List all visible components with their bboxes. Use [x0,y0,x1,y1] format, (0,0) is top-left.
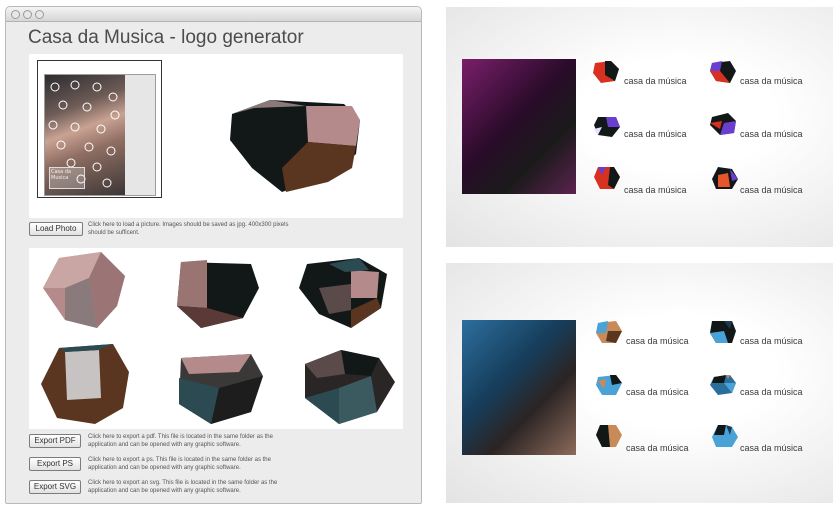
export-pdf-button[interactable]: Export PDF [29,434,81,448]
photo-caption: Casa da Musica [49,167,85,189]
logo-variant-4 [41,344,129,424]
logo-variants-grid [41,252,395,424]
logo-orange-1 [712,167,738,189]
window-titlebar [6,7,421,22]
load-photo-button[interactable]: Load Photo [29,222,83,236]
brand-label: casa da música [740,336,803,346]
brand-card-top: casa da música casa da música casa da mú… [446,7,833,247]
brand-label: casa da música [624,185,687,195]
photo-canvas[interactable]: Casa da Musica [44,74,156,196]
close-window-button[interactable] [11,10,20,19]
brand-label: casa da música [626,336,689,346]
logo-tan-1 [596,425,622,447]
load-photo-help: Click here to load a picture. Images sho… [88,222,289,236]
minimize-window-button[interactable] [23,10,32,19]
logo-variant-1 [43,252,125,328]
logo-variant-3 [299,258,387,328]
logo-blue-3 [596,375,622,395]
export-ps-help: Click here to export a ps. This file is … [88,457,271,471]
brand-label: casa da música [626,443,689,453]
portrait-photo-bottom [462,320,576,455]
logo-blue-5 [712,425,738,447]
export-pdf-help: Click here to export a pdf. This file is… [88,434,273,448]
brand-label: casa da música [626,387,689,397]
variants-panel [29,248,403,429]
brand-label: casa da música [740,185,803,195]
logo-red-1 [593,61,619,83]
brand-card-bottom: casa da música casa da música casa da mú… [446,263,833,503]
portrait-photo-top [462,59,576,194]
export-svg-button[interactable]: Export SVG [29,480,81,494]
logo-variant-5 [179,354,263,424]
photo-frame: Casa da Musica [37,60,162,198]
export-ps-button[interactable]: Export PS [29,457,81,471]
logo-blue-2 [710,321,736,343]
logo-blue-1 [596,321,622,343]
logo-variant-2 [177,260,259,328]
logo-red-2 [710,61,736,83]
logo-red-3 [594,167,620,189]
app-window: Casa da Musica - logo generator Casa da … [5,6,422,504]
logo-blue-4 [710,375,736,395]
logo-purple-2 [710,113,736,135]
app-title: Casa da Musica - logo generator [28,27,304,48]
logo-variant-6 [305,350,395,424]
brand-label: casa da música [740,129,803,139]
logo-purple-1 [594,117,620,137]
brand-label: casa da música [740,76,803,86]
brand-label: casa da música [624,129,687,139]
brand-label: casa da música [740,443,803,453]
preview-panel: Casa da Musica [29,54,403,218]
zoom-window-button[interactable] [35,10,44,19]
brand-label: casa da música [740,387,803,397]
export-svg-help: Click here to export an svg. This file i… [88,480,278,494]
brand-label: casa da música [624,76,687,86]
generated-logo [230,100,360,192]
